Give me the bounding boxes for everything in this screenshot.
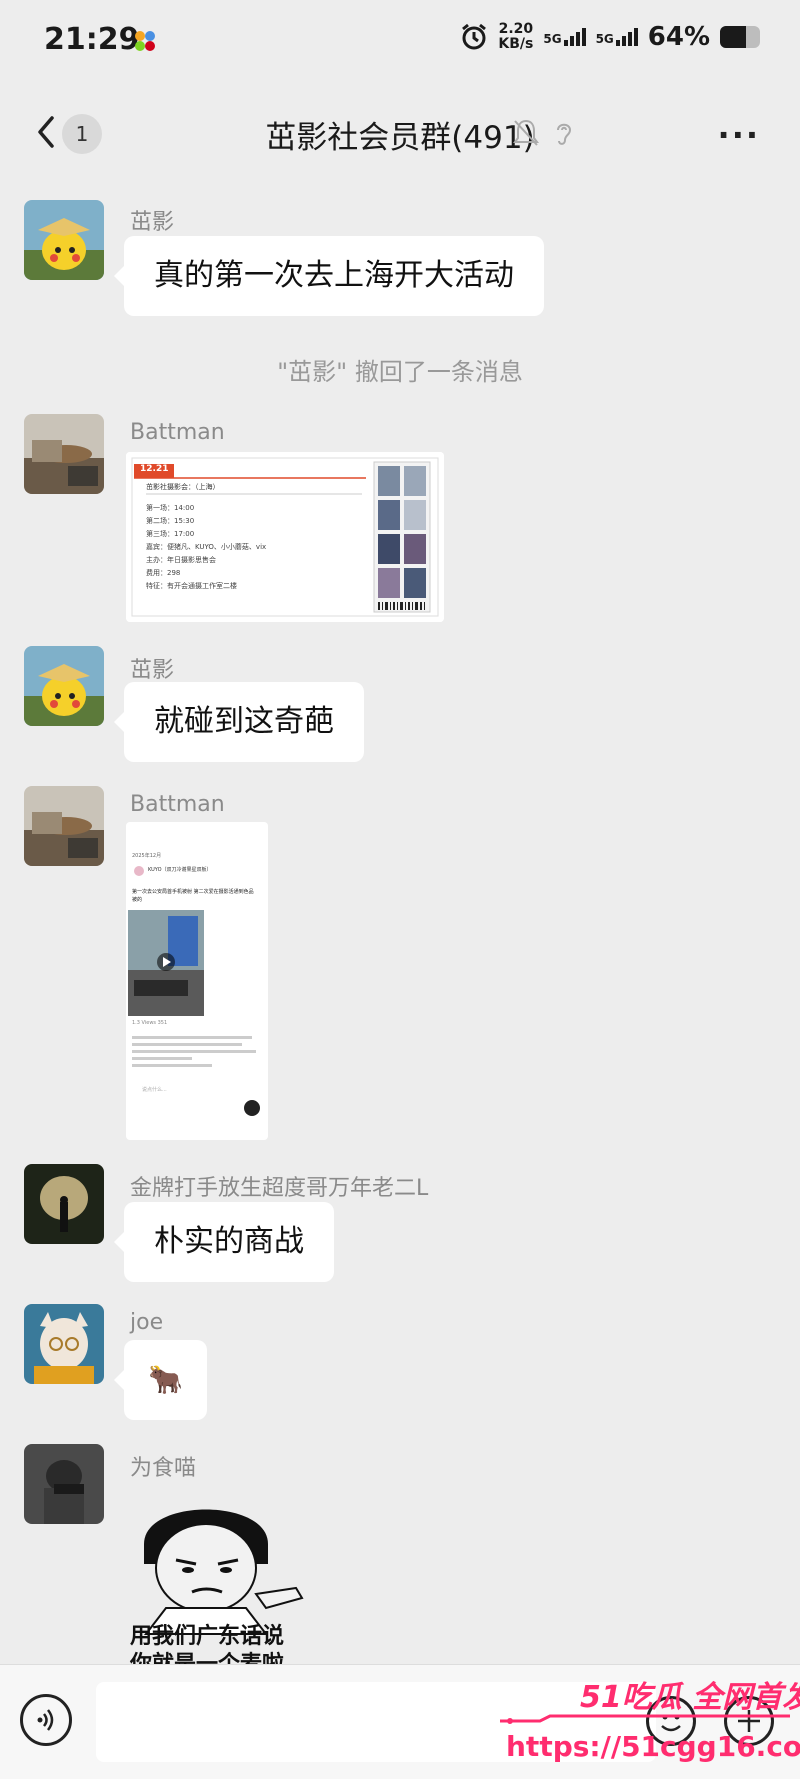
shot-video-thumb: [128, 910, 204, 1016]
status-right: 2.20 KB/s 5G 5G 64%: [460, 22, 760, 52]
voice-icon: [37, 1709, 54, 1731]
message-bubble-emoji[interactable]: 🐂: [114, 1340, 207, 1420]
site-watermark: 51吃瓜 全网首发 https://51cgg16.com: [500, 1668, 800, 1778]
sender-name: joe: [130, 1310, 164, 1335]
sender-name: 为食喵: [130, 1456, 197, 1481]
shot-comments: [132, 1032, 260, 1071]
nav-status-icons: [512, 118, 576, 148]
voice-input-button[interactable]: [20, 1694, 72, 1746]
poster-title: 茁影社摄影会：（上海）: [146, 483, 220, 491]
mute-icon: [513, 119, 539, 146]
status-time: 21:29: [44, 22, 140, 57]
ear-icon: [557, 123, 572, 145]
event-poster-image[interactable]: 12.21 茁影社摄影会：（上海） 第一场：14:00 第二场：15:30 第三…: [126, 452, 444, 622]
avatar-ziying[interactable]: [24, 646, 104, 726]
shot-date: 2025年12月: [132, 853, 162, 859]
message-bubble[interactable]: 朴实的商战: [114, 1202, 334, 1282]
shot-float-icon: [244, 1100, 260, 1116]
poster-date-tag: 12.21: [140, 464, 169, 474]
avatar-weishimiao[interactable]: [24, 1444, 104, 1524]
watermark-url: https://51cgg16.com: [506, 1730, 800, 1763]
shot-text: 第一次去公安局首手机被射 第二次爱在摄影活通到色品被的: [132, 889, 254, 903]
sender-name: Battman: [130, 792, 225, 817]
battery-percent: 64%: [647, 22, 710, 52]
shot-comment-input: 说点什么...: [142, 1087, 167, 1093]
watermark-line: [500, 1714, 790, 1724]
message-bubble[interactable]: 就碰到这奇葩: [114, 682, 364, 762]
sender-name: Battman: [130, 420, 225, 445]
avatar-battman[interactable]: [24, 786, 104, 866]
app-notification-icon: [135, 31, 155, 51]
sender-name: 茁影: [130, 658, 175, 683]
shot-views: 1.3 Views 351: [132, 1020, 168, 1026]
avatar-ziying[interactable]: [24, 200, 104, 280]
shot-author: KUYO（双刀冷谢果星双板）: [148, 867, 212, 873]
network-speed: 2.20 KB/s: [498, 21, 534, 52]
signal-sim2: 5G: [596, 28, 638, 46]
message-bubble[interactable]: 真的第一次去上海开大活动: [114, 236, 544, 316]
meme-sticker[interactable]: 用我们广东话说 你就是一个麦啦: [126, 1484, 326, 1664]
sticker-caption-2: 你就是一个麦啦: [130, 1646, 284, 1664]
battery-icon: [720, 26, 760, 48]
shot-avatar: [134, 866, 144, 876]
avatar-battman[interactable]: [24, 414, 104, 494]
sender-name: 金牌打手放生超度哥万年老二L: [130, 1176, 429, 1201]
poster-lines: 第一场：14:00 第二场：15:30 第三场：17:00 嘉宾：便猪凡、KUY…: [146, 504, 267, 590]
post-screenshot-image[interactable]: 2025年12月 KUYO（双刀冷谢果星双板） 第一次去公安局首手机被射 第二次…: [126, 822, 268, 1140]
more-button[interactable]: ···: [718, 116, 760, 154]
recall-notice: "茁影" 撤回了一条消息: [277, 358, 523, 386]
avatar-gold[interactable]: [24, 1164, 104, 1244]
avatar-joe[interactable]: [24, 1304, 104, 1384]
chat-title: 茁影社会员群(491): [265, 120, 535, 156]
sender-name: 茁影: [130, 210, 175, 235]
alarm-icon: [462, 23, 487, 50]
signal-sim1: 5G: [543, 28, 586, 46]
watermark-brand: 51吃瓜 全网首发: [580, 1680, 800, 1715]
